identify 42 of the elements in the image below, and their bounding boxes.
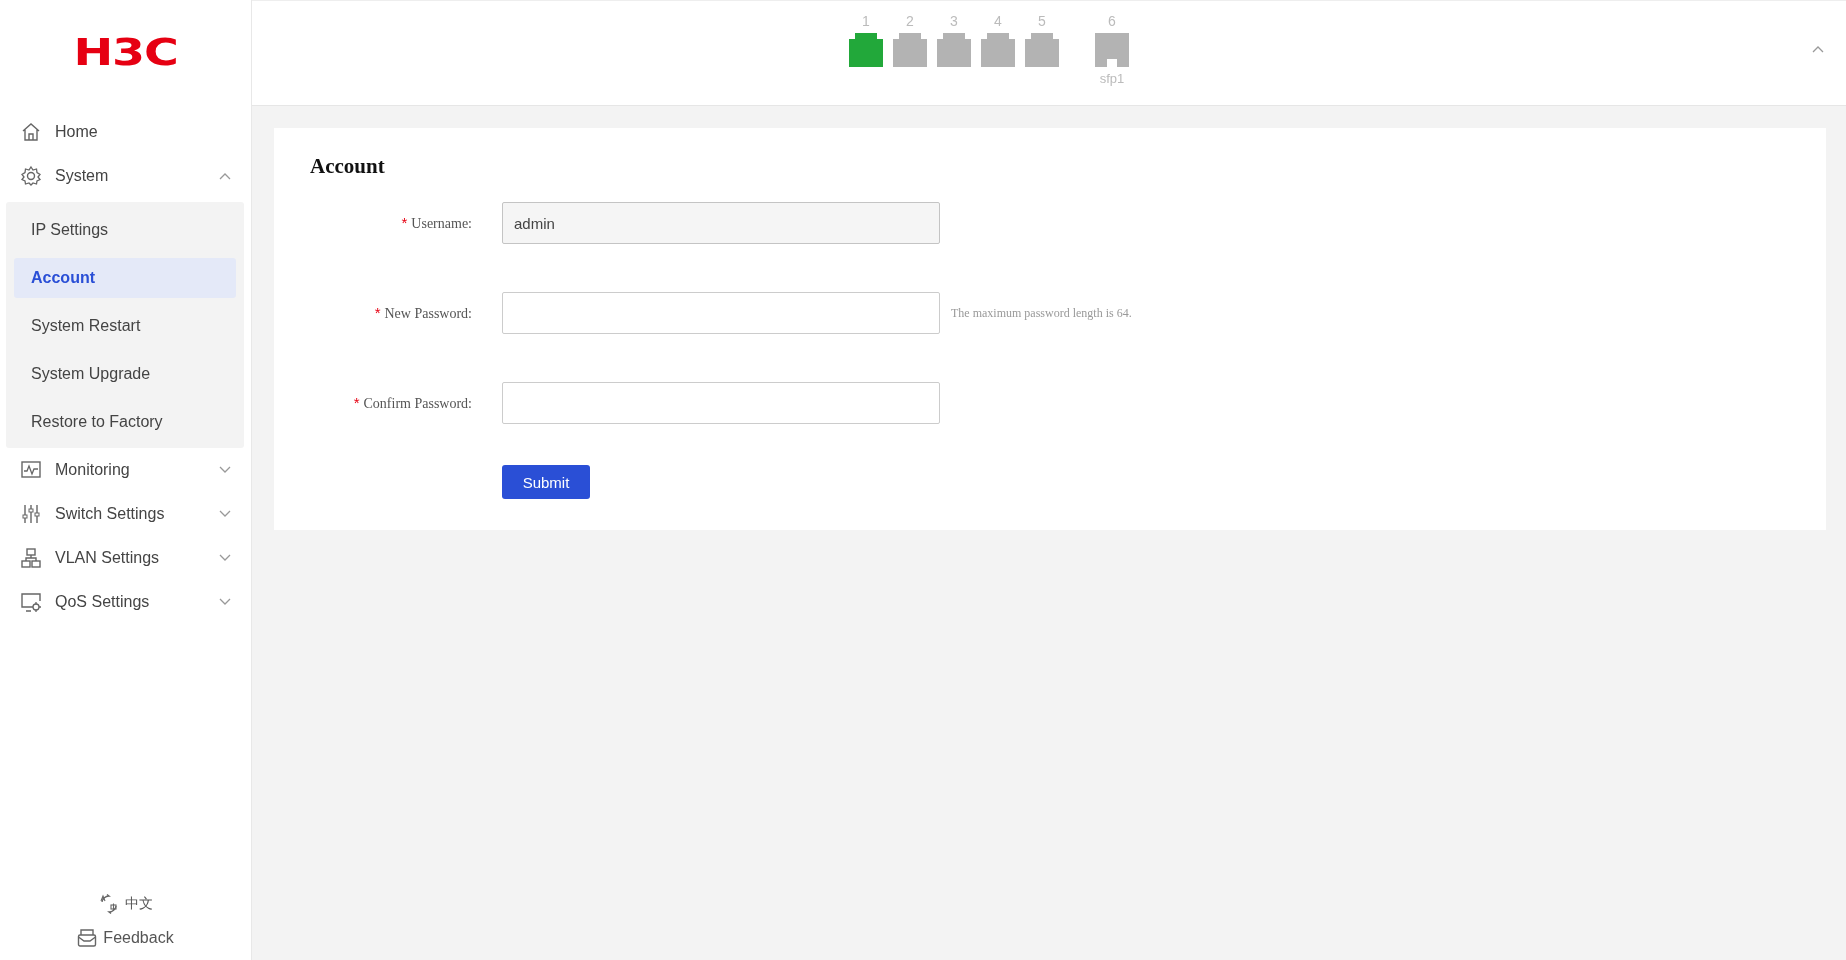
port-icon[interactable] xyxy=(1095,33,1129,67)
field-label: * Confirm Password: xyxy=(352,394,473,412)
menu-icon xyxy=(20,591,42,613)
menu-icon xyxy=(20,547,42,569)
port-icon[interactable] xyxy=(1025,33,1059,67)
input-field[interactable] xyxy=(502,292,940,334)
submenu-item[interactable]: System Upgrade xyxy=(14,354,236,394)
field-hint: The maximum password length is 64. xyxy=(951,305,1132,321)
feedback-link[interactable]: Feedback xyxy=(77,928,174,948)
port-number: 5 xyxy=(1038,13,1046,31)
port-number: 6 xyxy=(1108,13,1116,31)
logo: H3C xyxy=(73,30,178,74)
menu-icon xyxy=(20,459,42,481)
menu-icon xyxy=(20,503,42,525)
menu-item[interactable]: Switch Settings xyxy=(0,492,251,536)
port-number: 1 xyxy=(862,13,870,31)
submenu-item[interactable]: Restore to Factory xyxy=(14,402,236,442)
submenu-item[interactable]: IP Settings xyxy=(14,210,236,250)
submenu-item[interactable]: System Restart xyxy=(14,306,236,346)
menu-item[interactable]: System xyxy=(0,154,251,198)
port-label: sfp1 xyxy=(1099,71,1125,86)
port-number: 3 xyxy=(950,13,958,31)
port-icon[interactable] xyxy=(893,33,927,67)
menu-item[interactable]: VLAN Settings xyxy=(0,536,251,580)
port-icon[interactable] xyxy=(981,33,1015,67)
page-title: Account xyxy=(310,154,386,179)
port-icon[interactable] xyxy=(937,33,971,67)
field-label: * Username: xyxy=(400,214,473,232)
menu-item[interactable]: Monitoring xyxy=(0,448,251,492)
menu-icon xyxy=(20,121,42,143)
envelope-icon xyxy=(77,928,98,948)
field-label: * New Password: xyxy=(373,304,473,322)
submit-button[interactable]: Submit xyxy=(502,465,590,499)
input-field[interactable] xyxy=(502,382,940,424)
port-number: 2 xyxy=(906,13,914,31)
menu-item[interactable]: QoS Settings xyxy=(0,580,251,624)
menu-icon xyxy=(20,165,42,187)
language-link[interactable]: 中文 xyxy=(98,894,153,914)
port-number: 4 xyxy=(994,13,1002,31)
submenu-item[interactable]: Account xyxy=(14,258,236,298)
menu-item[interactable]: Home xyxy=(0,110,251,154)
port-icon[interactable] xyxy=(849,33,883,67)
